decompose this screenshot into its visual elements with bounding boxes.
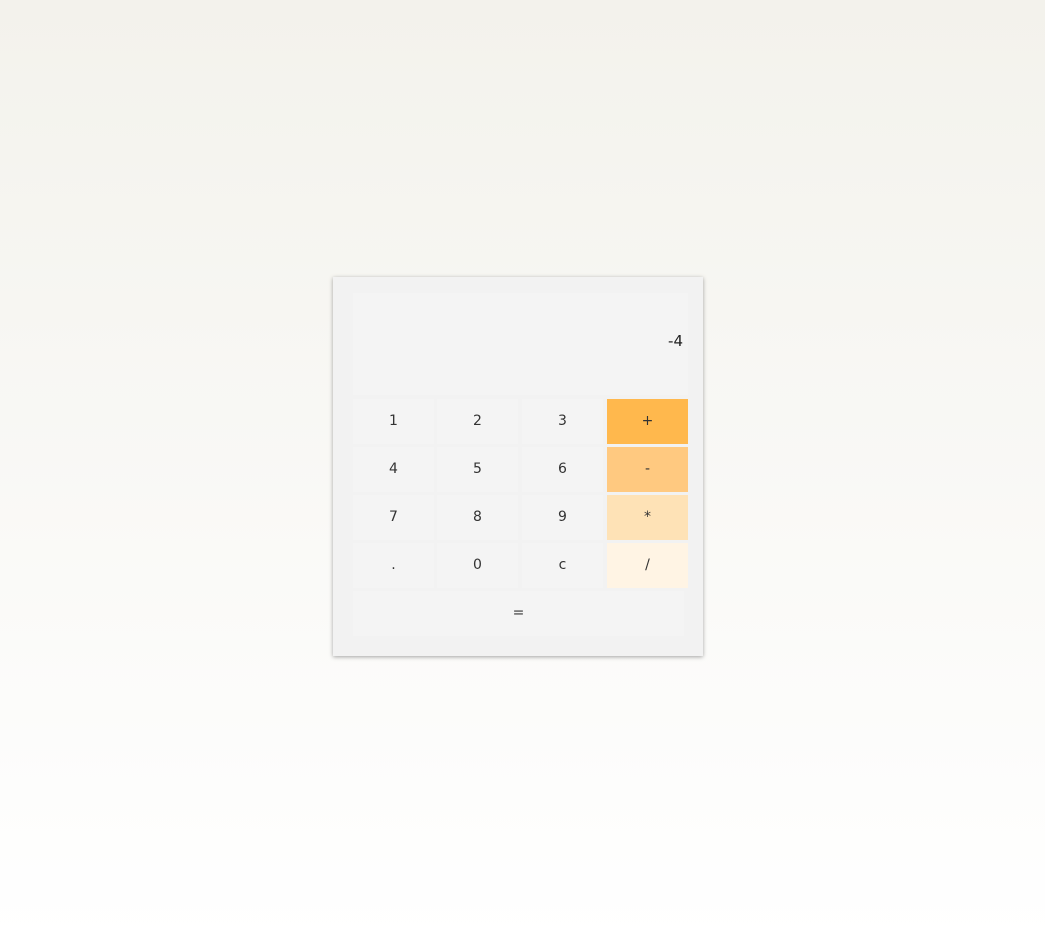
display-value: -4 [668, 332, 683, 350]
divide-button[interactable]: / [607, 543, 688, 588]
key-3[interactable]: 3 [522, 399, 603, 444]
multiply-button[interactable]: * [607, 495, 688, 540]
key-0[interactable]: 0 [437, 543, 518, 588]
plus-button[interactable]: + [607, 399, 688, 444]
key-1[interactable]: 1 [353, 399, 434, 444]
decimal-button[interactable]: . [353, 543, 434, 588]
calculator: -4 1 2 3 + 4 5 6 - 7 8 9 * . 0 c / = [333, 277, 703, 656]
key-9[interactable]: 9 [522, 495, 603, 540]
key-6[interactable]: 6 [522, 447, 603, 492]
minus-button[interactable]: - [607, 447, 688, 492]
key-2[interactable]: 2 [437, 399, 518, 444]
calculator-display: -4 [353, 293, 688, 395]
equals-button[interactable]: = [353, 591, 684, 636]
clear-button[interactable]: c [522, 543, 603, 588]
key-8[interactable]: 8 [437, 495, 518, 540]
key-4[interactable]: 4 [353, 447, 434, 492]
key-7[interactable]: 7 [353, 495, 434, 540]
key-5[interactable]: 5 [437, 447, 518, 492]
